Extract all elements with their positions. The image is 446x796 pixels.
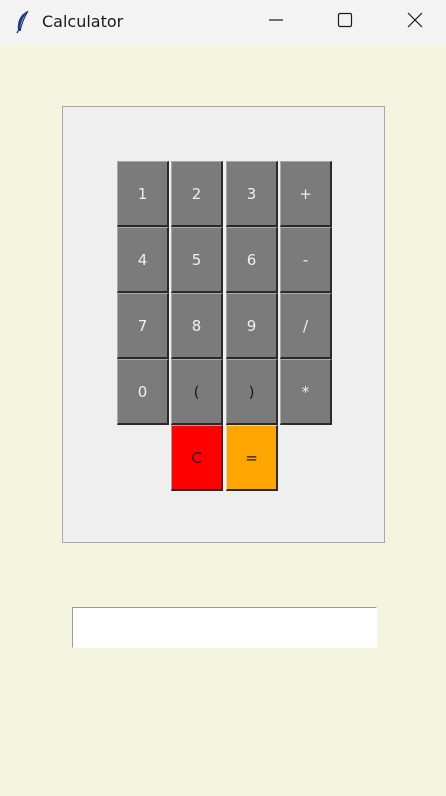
equals-button[interactable]: = bbox=[226, 425, 278, 491]
key-9[interactable]: 9 bbox=[226, 293, 278, 359]
key-close-paren[interactable]: ) bbox=[226, 359, 278, 425]
key-2[interactable]: 2 bbox=[171, 161, 223, 227]
key-4[interactable]: 4 bbox=[117, 227, 169, 293]
title-bar: Calculator bbox=[0, 0, 446, 44]
minimize-button[interactable] bbox=[253, 0, 299, 44]
key-minus[interactable]: - bbox=[280, 227, 332, 293]
feather-icon bbox=[14, 10, 32, 34]
key-divide[interactable]: / bbox=[280, 293, 332, 359]
key-plus[interactable]: + bbox=[280, 161, 332, 227]
close-icon bbox=[407, 12, 423, 32]
key-0[interactable]: 0 bbox=[117, 359, 169, 425]
key-open-paren[interactable]: ( bbox=[171, 359, 223, 425]
keypad-frame bbox=[62, 106, 385, 543]
key-7[interactable]: 7 bbox=[117, 293, 169, 359]
key-multiply[interactable]: * bbox=[280, 359, 332, 425]
key-1[interactable]: 1 bbox=[117, 161, 169, 227]
expression-display[interactable] bbox=[72, 607, 377, 648]
minimize-icon bbox=[268, 12, 284, 32]
window-title: Calculator bbox=[42, 12, 124, 31]
maximize-icon bbox=[337, 12, 353, 32]
clear-button[interactable]: C bbox=[171, 425, 223, 491]
close-button[interactable] bbox=[392, 0, 438, 44]
key-8[interactable]: 8 bbox=[171, 293, 223, 359]
key-3[interactable]: 3 bbox=[226, 161, 278, 227]
key-6[interactable]: 6 bbox=[226, 227, 278, 293]
maximize-button[interactable] bbox=[322, 0, 368, 44]
key-5[interactable]: 5 bbox=[171, 227, 223, 293]
